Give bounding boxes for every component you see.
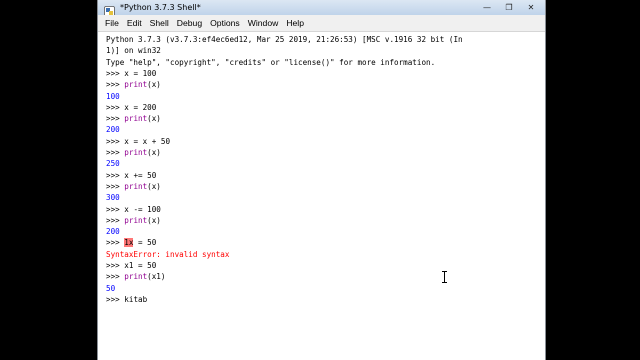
output-text: 200: [106, 227, 120, 237]
call-args: (x): [147, 114, 161, 124]
banner-line: Python 3.7.3 (v3.7.3:ef4ec6ed12, Mar 25 …: [106, 35, 463, 44]
output-line: 50: [106, 283, 115, 294]
menu-window[interactable]: Window: [244, 15, 283, 32]
prompt: >>>: [106, 68, 125, 78]
menu-shell[interactable]: Shell: [146, 15, 173, 32]
input-line: >>> print(x): [106, 147, 161, 158]
menu-options[interactable]: Options: [206, 15, 244, 32]
input-line: >>> print(x): [106, 113, 161, 124]
code-text: x = x + 50: [124, 136, 171, 146]
input-line: >>> print(x): [106, 215, 161, 226]
output-line: 250: [106, 158, 120, 169]
menu-bar: File Edit Shell Debug Options Window Hel…: [98, 15, 545, 32]
output-line: 200: [106, 124, 120, 135]
prompt: >>>: [106, 272, 125, 282]
close-button[interactable]: ✕: [520, 2, 542, 14]
error-text: SyntaxError: invalid syntax: [106, 249, 230, 259]
shell-text-area[interactable]: Python 3.7.3 (v3.7.3:ef4ec6ed12, Mar 25 …: [98, 32, 545, 360]
window-title: *Python 3.7.3 Shell*: [120, 3, 201, 12]
input-line: >>> x -= 100: [106, 204, 161, 215]
menu-debug[interactable]: Debug: [173, 15, 206, 32]
builtin-name: print: [124, 148, 148, 157]
output-text: 250: [106, 159, 120, 169]
python-idle-icon: [104, 2, 115, 17]
input-line: >>> x = x + 50: [106, 136, 170, 147]
minimize-button[interactable]: —: [476, 2, 498, 14]
builtin-name: print: [124, 181, 148, 191]
prompt: >>>: [106, 136, 125, 146]
call-args: (x1): [147, 272, 166, 282]
builtin-name: print: [124, 272, 148, 282]
prompt: >>>: [106, 102, 125, 112]
prompt: >>>: [106, 80, 125, 90]
input-line: >>> x = 200: [106, 102, 156, 113]
prompt: >>>: [106, 261, 125, 270]
code-text: = 50: [133, 238, 157, 248]
banner-line: Type "help", "copyright", "credits" or "…: [106, 57, 436, 67]
call-args: (x): [147, 181, 161, 191]
builtin-name: print: [124, 80, 148, 90]
menu-edit[interactable]: Edit: [123, 15, 146, 32]
maximize-button[interactable]: ❐: [498, 2, 520, 14]
output-text: 50: [106, 283, 116, 293]
builtin-name: print: [124, 215, 148, 225]
prompt: >>>: [106, 294, 125, 304]
call-args: (x): [147, 80, 161, 90]
input-line: >>> print(x): [106, 79, 161, 90]
input-line: >>> print(x1): [106, 271, 165, 282]
window-controls: — ❐ ✕: [476, 0, 542, 15]
input-line: >>> print(x): [106, 181, 161, 192]
output-text: 300: [106, 193, 120, 203]
input-line: >>> x1 = 50: [106, 260, 156, 271]
code-text: x = 200: [124, 102, 157, 112]
input-line: >>> kitab: [106, 294, 147, 305]
banner-line: 1)] on win32: [106, 46, 161, 56]
code-text: x1 = 50: [124, 261, 157, 270]
builtin-name: print: [124, 114, 148, 124]
call-args: (x): [147, 215, 161, 225]
error-line: SyntaxError: invalid syntax: [106, 249, 229, 260]
prompt: >>>: [106, 204, 125, 214]
call-args: (x): [147, 148, 161, 157]
output-text: 200: [106, 125, 120, 135]
ibeam-cursor-icon: [441, 268, 448, 283]
output-text: 100: [106, 91, 120, 101]
prompt: >>>: [106, 170, 125, 180]
code-text: kitab: [124, 294, 148, 304]
idle-shell-window: *Python 3.7.3 Shell* — ❐ ✕ File Edit She…: [97, 0, 546, 360]
menu-help[interactable]: Help: [282, 15, 308, 32]
output-line: 100: [106, 91, 120, 102]
menu-file[interactable]: File: [102, 15, 123, 32]
output-line: 200: [106, 226, 120, 237]
input-line: >>> 1x = 50: [106, 237, 156, 248]
prompt: >>>: [106, 215, 125, 225]
input-line: >>> x += 50: [106, 170, 156, 181]
output-line: 300: [106, 192, 120, 203]
prompt: >>>: [106, 148, 125, 157]
prompt: >>>: [106, 181, 125, 191]
prompt: >>>: [106, 114, 125, 124]
code-text: x -= 100: [124, 204, 161, 214]
title-bar[interactable]: *Python 3.7.3 Shell* — ❐ ✕: [98, 0, 545, 17]
prompt: >>>: [106, 238, 125, 248]
code-text: x = 100: [124, 68, 157, 78]
code-text: x += 50: [124, 170, 157, 180]
input-line: >>> x = 100: [106, 68, 156, 79]
